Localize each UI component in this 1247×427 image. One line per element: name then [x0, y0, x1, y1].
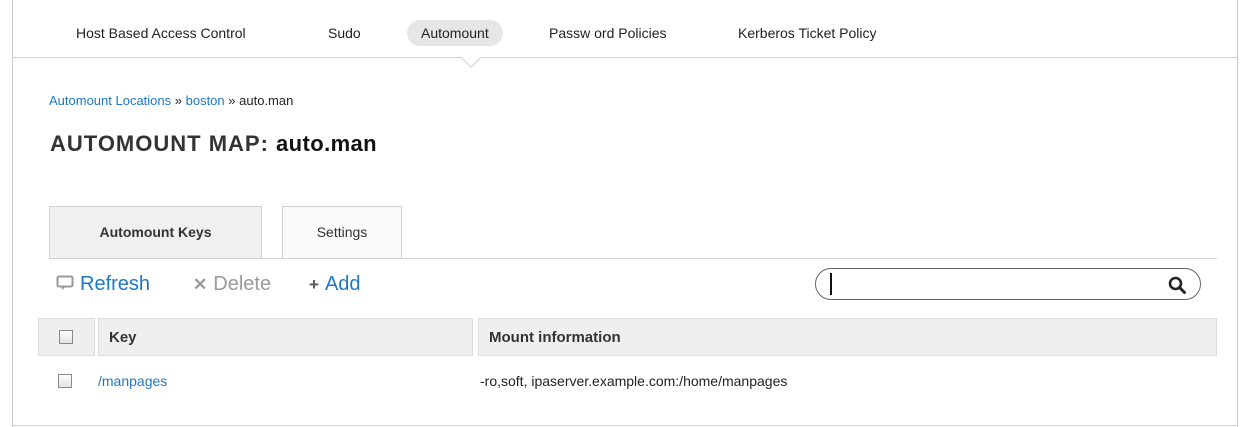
- search-input[interactable]: [830, 273, 1150, 295]
- nav-item-hbac[interactable]: Host Based Access Control: [76, 20, 246, 46]
- breadcrumb-separator: »: [224, 93, 240, 108]
- breadcrumb-separator: »: [171, 93, 186, 108]
- refresh-icon: [56, 275, 74, 295]
- close-icon: ✕: [193, 275, 208, 294]
- delete-label: Delete: [213, 273, 272, 295]
- row-checkbox[interactable]: [58, 374, 72, 388]
- refresh-label: Refresh: [80, 273, 151, 295]
- row-mount-information: -ro,soft, ipaserver.example.com:/home/ma…: [480, 373, 788, 389]
- page-title-object: auto.man: [276, 131, 378, 156]
- refresh-button[interactable]: Refresh: [56, 273, 150, 296]
- tab-divider: [49, 258, 1217, 259]
- page-title: AUTOMOUNT MAP: auto.man: [50, 131, 377, 157]
- bottom-border: [12, 425, 1238, 426]
- tab-settings[interactable]: Settings: [282, 206, 402, 258]
- search-icon[interactable]: [1168, 276, 1186, 294]
- search-box: [815, 268, 1201, 300]
- breadcrumb-automount-locations[interactable]: Automount Locations: [49, 93, 171, 108]
- page-title-prefix: AUTOMOUNT MAP:: [50, 131, 277, 156]
- select-all-checkbox[interactable]: [59, 330, 73, 344]
- breadcrumb-current: auto.man: [239, 93, 294, 108]
- nav-item-sudo[interactable]: Sudo: [328, 20, 361, 46]
- nav-item-automount[interactable]: Automount: [407, 20, 503, 46]
- add-button[interactable]: + Add: [309, 273, 361, 296]
- column-header-mount-information[interactable]: Mount information: [478, 318, 1217, 356]
- select-all-cell: [38, 318, 95, 356]
- plus-icon: +: [309, 275, 319, 294]
- row-key-link[interactable]: /manpages: [98, 373, 167, 389]
- column-header-key[interactable]: Key: [98, 318, 473, 356]
- breadcrumb: Automount Locations » boston » auto.man: [49, 93, 293, 108]
- delete-button[interactable]: ✕ Delete: [193, 273, 271, 296]
- breadcrumb-boston[interactable]: boston: [186, 93, 225, 108]
- add-label: Add: [324, 273, 361, 295]
- tab-automount-keys[interactable]: Automount Keys: [49, 206, 262, 259]
- table-header: Key Mount information: [38, 318, 1217, 356]
- nav-item-kerberos-ticket-policy[interactable]: Kerberos Ticket Policy: [738, 20, 877, 46]
- nav-item-password-policies[interactable]: Passw ord Policies: [549, 20, 667, 46]
- nav-divider: [12, 57, 1238, 58]
